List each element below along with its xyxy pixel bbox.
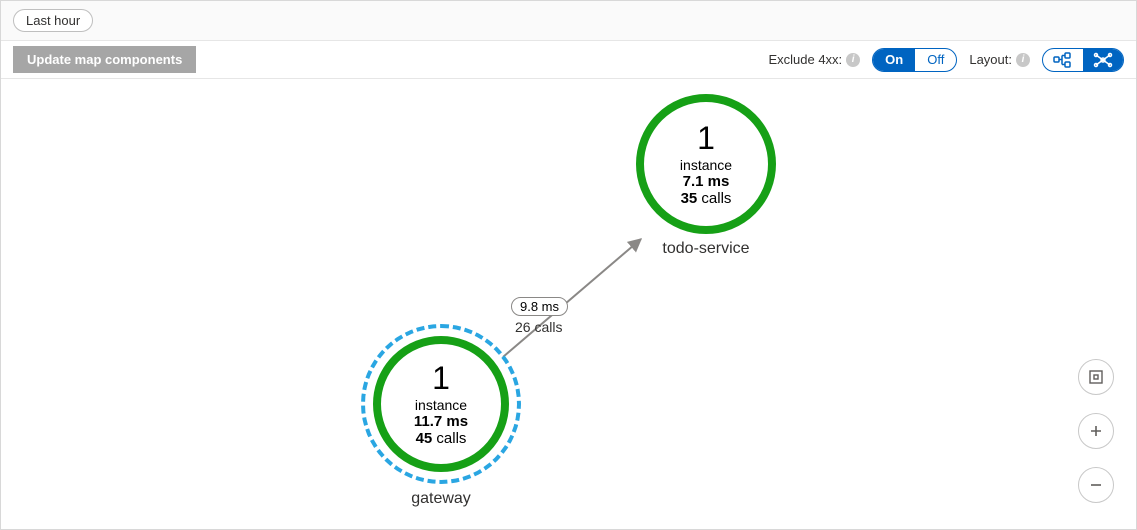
layout-label: Layout: i <box>969 52 1030 67</box>
time-range-picker[interactable]: Last hour <box>13 9 93 32</box>
node-calls-num: 35 <box>681 190 698 207</box>
exclude-4xx-off[interactable]: Off <box>915 49 956 71</box>
minus-icon <box>1088 477 1104 493</box>
time-range-bar: Last hour <box>1 1 1136 41</box>
node-latency: 11.7 ms <box>414 413 468 430</box>
node-name-label: todo-service <box>621 240 791 258</box>
layout-text: Layout: <box>969 52 1012 67</box>
application-map-canvas[interactable]: 9.8 ms 26 calls 1 instance 7.1 ms 35 cal… <box>1 79 1136 529</box>
fit-to-screen-icon <box>1088 369 1104 385</box>
node-instance-count: 1 <box>432 360 450 397</box>
map-toolbar: Update map components Exclude 4xx: i On … <box>1 41 1136 79</box>
exclude-on-label: On <box>885 52 903 67</box>
layout-toggle[interactable] <box>1042 48 1124 72</box>
node-calls: 45 calls <box>416 430 467 447</box>
plus-icon <box>1088 423 1104 439</box>
force-layout-icon <box>1093 52 1113 68</box>
node-calls: 35 calls <box>681 190 732 207</box>
zoom-out-button[interactable] <box>1078 467 1114 503</box>
node-todo-service[interactable]: 1 instance 7.1 ms 35 calls todo-service <box>621 94 791 258</box>
layout-force-button[interactable] <box>1083 49 1123 71</box>
node-gateway[interactable]: 1 instance 11.7 ms 45 calls gateway <box>356 324 526 508</box>
layout-hierarchical-button[interactable] <box>1043 49 1083 71</box>
node-latency: 7.1 ms <box>683 173 730 190</box>
exclude-4xx-toggle[interactable]: On Off <box>872 48 957 72</box>
zoom-controls <box>1078 359 1114 503</box>
fit-to-screen-button[interactable] <box>1078 359 1114 395</box>
node-calls-num: 45 <box>416 430 433 447</box>
edge-latency-badge[interactable]: 9.8 ms <box>511 297 568 316</box>
node-instance-count: 1 <box>697 120 715 157</box>
time-range-label: Last hour <box>26 13 80 28</box>
node-calls-word: calls <box>436 430 466 447</box>
exclude-4xx-on[interactable]: On <box>873 49 915 71</box>
hierarchical-layout-icon <box>1053 52 1073 68</box>
exclude-4xx-label: Exclude 4xx: i <box>768 52 860 67</box>
node-instance-word: instance <box>415 397 467 413</box>
info-icon[interactable]: i <box>1016 53 1030 67</box>
update-map-components-label: Update map components <box>27 52 182 67</box>
exclude-4xx-text: Exclude 4xx: <box>768 52 842 67</box>
edge-latency-value: 9.8 ms <box>520 299 559 314</box>
node-calls-word: calls <box>701 190 731 207</box>
info-icon[interactable]: i <box>846 53 860 67</box>
node-name-label: gateway <box>356 490 526 508</box>
exclude-off-label: Off <box>927 52 944 67</box>
node-instance-word: instance <box>680 157 732 173</box>
edge-arrow <box>1 79 1137 530</box>
zoom-in-button[interactable] <box>1078 413 1114 449</box>
update-map-components-button[interactable]: Update map components <box>13 46 196 73</box>
